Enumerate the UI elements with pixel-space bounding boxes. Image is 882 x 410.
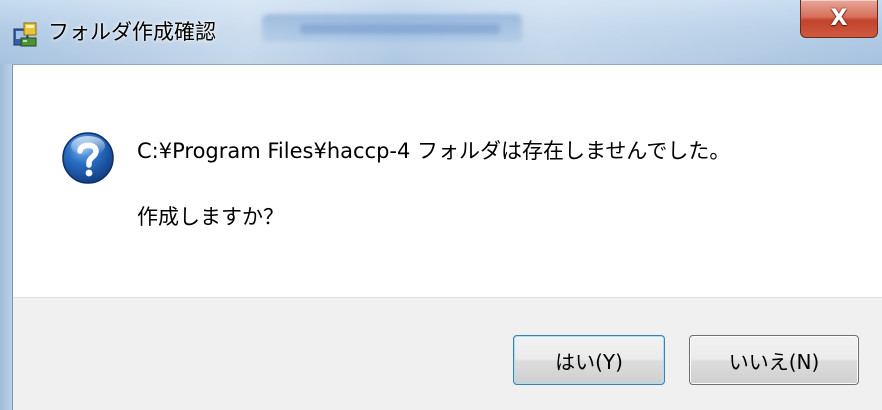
close-button[interactable]: X (800, 0, 878, 38)
title-bar[interactable]: フォルダ作成確認 X (0, 0, 882, 64)
button-bar: はい(Y) いいえ(N) (13, 297, 882, 410)
no-button[interactable]: いいえ(N) (689, 335, 859, 385)
message-text: C:¥Program Files¥haccp-4 フォルダは存在しませんでした。 (137, 139, 731, 163)
close-icon: X (830, 5, 848, 31)
window-title: フォルダ作成確認 (48, 20, 216, 44)
question-icon (61, 131, 115, 185)
yes-button[interactable]: はい(Y) (513, 335, 665, 385)
window-frame (0, 64, 12, 410)
app-setup-icon[interactable] (12, 20, 40, 48)
dialog-body: C:¥Program Files¥haccp-4 フォルダは存在しませんでした。… (12, 64, 882, 410)
message-question: 作成しますか？ (137, 205, 284, 229)
background-blur (300, 24, 500, 34)
